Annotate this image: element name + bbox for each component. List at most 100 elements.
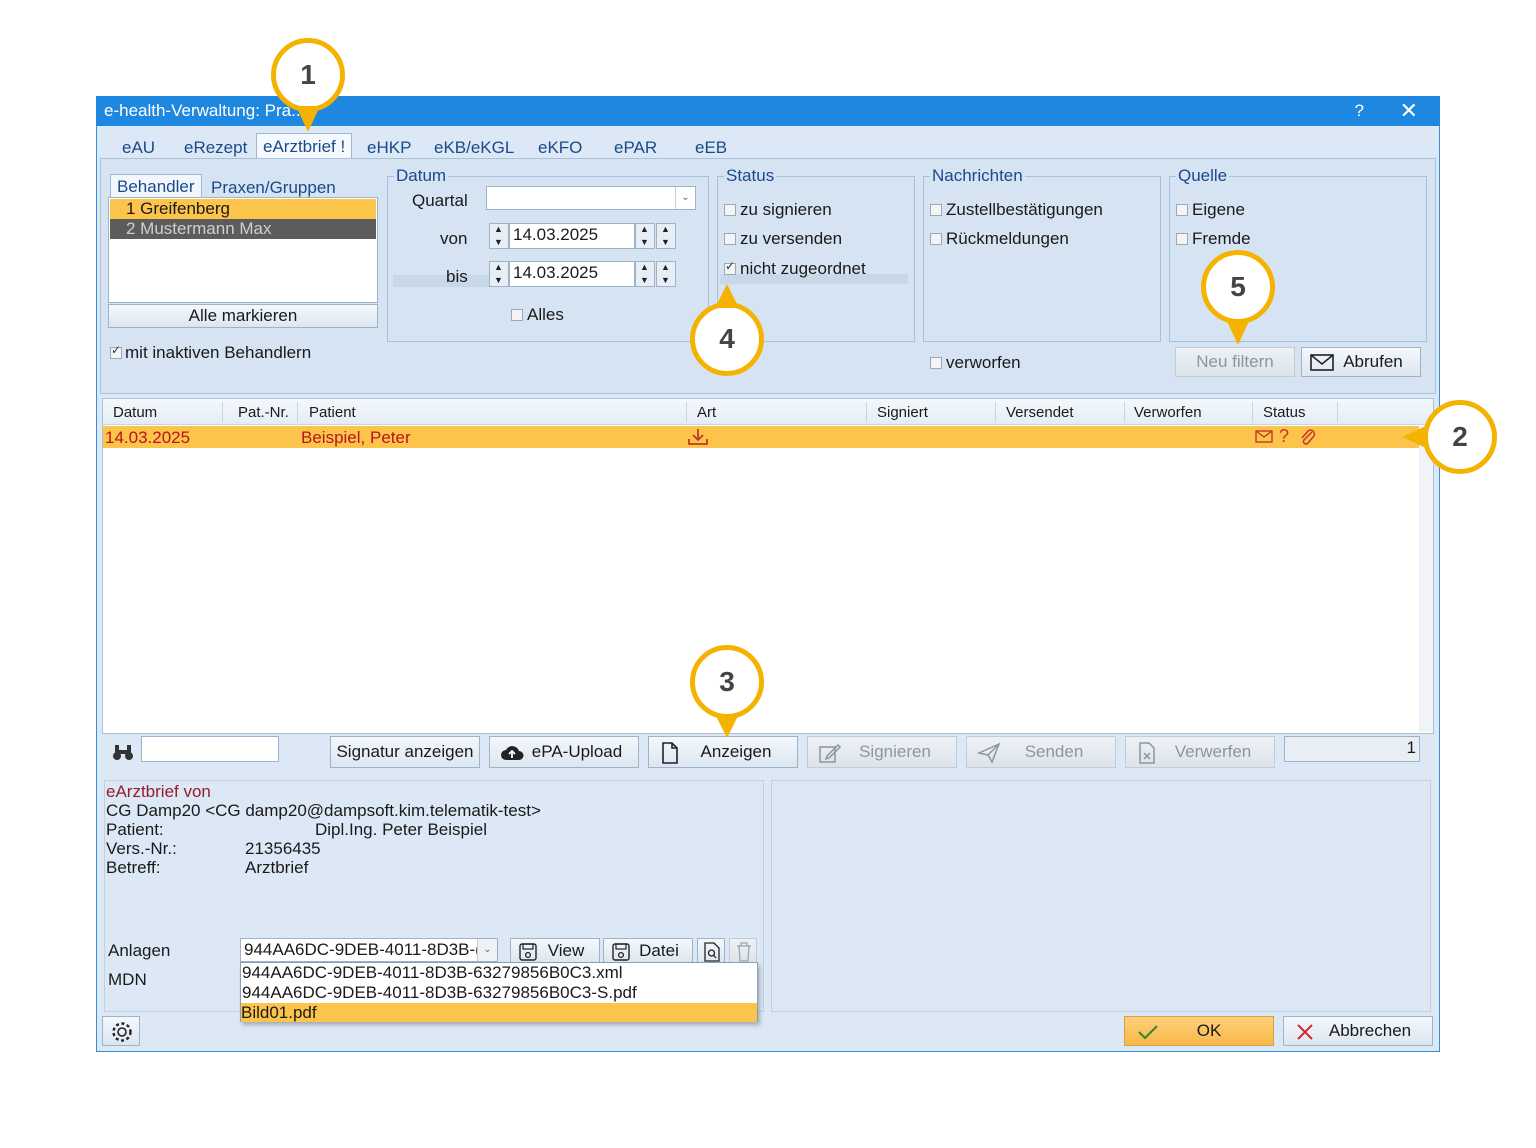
anzeigen-button[interactable]: Anzeigen bbox=[648, 736, 798, 768]
nicht-zugeordnet-checkbox[interactable] bbox=[724, 259, 736, 275]
abrufen-button[interactable]: Abrufen bbox=[1301, 347, 1421, 377]
epa-upload-button[interactable]: ePA-Upload bbox=[489, 736, 639, 768]
save-icon bbox=[519, 943, 537, 961]
col-status[interactable]: Status bbox=[1263, 404, 1306, 421]
col-patnr[interactable]: Pat.-Nr. bbox=[238, 404, 289, 421]
detail-heading: eArztbrief von bbox=[106, 782, 211, 801]
select-all-button[interactable]: Alle markieren bbox=[108, 304, 378, 328]
table-row[interactable]: 14.03.2025 Beispiel, Peter ? bbox=[103, 426, 1419, 448]
tab-erezept[interactable]: eRezept bbox=[184, 138, 247, 158]
envelope-icon bbox=[1310, 354, 1334, 371]
callout-2-pointer bbox=[1402, 425, 1428, 449]
view-button[interactable]: View bbox=[510, 938, 600, 964]
cloud-upload-icon bbox=[501, 746, 524, 760]
zu-versenden-label: zu versenden bbox=[740, 229, 843, 248]
delete-attachment-button[interactable] bbox=[729, 938, 757, 964]
chevron-down-icon[interactable]: ⌄ bbox=[477, 939, 497, 961]
col-versendet[interactable]: Versendet bbox=[1006, 404, 1074, 421]
eigene-label: Eigene bbox=[1192, 200, 1245, 219]
zu-versenden-checkbox[interactable] bbox=[724, 233, 736, 245]
bis-spin-left[interactable] bbox=[489, 261, 509, 287]
list-item[interactable]: 1 Greifenberg bbox=[110, 199, 376, 219]
signieren-button[interactable]: Signieren bbox=[807, 736, 957, 768]
col-divider bbox=[686, 402, 687, 422]
col-verworfen[interactable]: Verworfen bbox=[1134, 404, 1202, 421]
signatur-anzeigen-button[interactable]: Signatur anzeigen bbox=[330, 736, 480, 768]
bis-label: bis bbox=[446, 267, 468, 286]
bis-spin-right-b[interactable] bbox=[656, 261, 676, 287]
von-spin-left[interactable] bbox=[489, 223, 509, 249]
tab-behandler[interactable]: Behandler bbox=[110, 174, 202, 199]
preview-pane bbox=[771, 780, 1431, 1012]
col-datum[interactable]: Datum bbox=[113, 404, 157, 421]
dropdown-option-selected[interactable]: Bild01.pdf bbox=[241, 1003, 757, 1022]
list-item[interactable]: 2 Mustermann Max bbox=[110, 219, 376, 239]
table-scrollbar[interactable] bbox=[1419, 426, 1433, 732]
search-input[interactable] bbox=[141, 736, 279, 762]
callout-3: 3 bbox=[690, 645, 764, 719]
file-search-icon bbox=[704, 942, 720, 962]
callout-1-pointer bbox=[296, 106, 320, 132]
chevron-down-icon[interactable]: ⌄ bbox=[675, 187, 695, 209]
von-spin-right-a[interactable] bbox=[635, 223, 655, 249]
tab-eeb[interactable]: eEB bbox=[695, 138, 727, 158]
col-art[interactable]: Art bbox=[697, 404, 716, 421]
binoculars-icon bbox=[113, 745, 133, 760]
neu-filtern-button[interactable]: Neu filtern bbox=[1175, 347, 1295, 377]
vers-label: Vers.-Nr.: bbox=[106, 839, 177, 858]
col-signiert[interactable]: Signiert bbox=[877, 404, 928, 421]
help-button[interactable]: ? bbox=[1355, 101, 1364, 121]
row-patient: Beispiel, Peter bbox=[301, 428, 411, 447]
zu-signieren-checkbox[interactable] bbox=[724, 204, 736, 216]
row-datum: 14.03.2025 bbox=[105, 428, 191, 447]
bis-row-bg bbox=[393, 275, 489, 287]
col-divider bbox=[1252, 402, 1253, 422]
zustell-label: Zustellbestätigungen bbox=[946, 200, 1103, 219]
bis-spin-right-a[interactable] bbox=[635, 261, 655, 287]
callout-1: 1 bbox=[271, 38, 345, 112]
anlagen-select[interactable]: 944AA6DC-9DEB-4011-8D3B-( ⌄ bbox=[240, 938, 498, 962]
fremde-checkbox[interactable] bbox=[1176, 233, 1188, 245]
tab-ekb-ekgl[interactable]: eKB/eKGL bbox=[434, 138, 514, 158]
senden-button[interactable]: Senden bbox=[966, 736, 1116, 768]
verwerfen-button[interactable]: Verwerfen bbox=[1125, 736, 1275, 768]
nicht-zugeordnet-label: nicht zugeordnet bbox=[740, 259, 866, 278]
dropdown-option[interactable]: 944AA6DC-9DEB-4011-8D3B-63279856B0C3-S.p… bbox=[242, 983, 756, 1003]
tab-epar[interactable]: ePAR bbox=[614, 138, 657, 158]
tab-praxen-gruppen[interactable]: Praxen/Gruppen bbox=[211, 178, 336, 198]
verworfen-checkbox[interactable] bbox=[930, 357, 942, 369]
bis-date-input[interactable]: 14.03.2025 bbox=[509, 261, 635, 287]
tab-ehkp[interactable]: eHKP bbox=[367, 138, 411, 158]
datei-button[interactable]: Datei bbox=[603, 938, 693, 964]
col-patient[interactable]: Patient bbox=[309, 404, 356, 421]
cancel-x-icon bbox=[1297, 1024, 1313, 1040]
message-table bbox=[102, 398, 1434, 734]
tab-ekfo[interactable]: eKFO bbox=[538, 138, 582, 158]
zustell-checkbox[interactable] bbox=[930, 204, 942, 216]
ok-button[interactable]: OK bbox=[1124, 1016, 1274, 1046]
eigene-checkbox[interactable] bbox=[1176, 204, 1188, 216]
settings-button[interactable] bbox=[102, 1016, 140, 1046]
abbrechen-button[interactable]: Abbrechen bbox=[1283, 1016, 1433, 1046]
attachments-dropdown: 944AA6DC-9DEB-4011-8D3B-63279856B0C3.xml… bbox=[240, 962, 758, 1022]
von-date-input[interactable]: 14.03.2025 bbox=[509, 223, 635, 249]
inactive-checkbox[interactable] bbox=[110, 343, 122, 359]
rueck-label: Rückmeldungen bbox=[946, 229, 1069, 248]
preview-file-button[interactable] bbox=[697, 938, 725, 964]
col-divider bbox=[1337, 402, 1338, 422]
close-button[interactable]: ✕ bbox=[1400, 98, 1418, 124]
von-spin-right-b[interactable] bbox=[656, 223, 676, 249]
alles-label: Alles bbox=[527, 305, 564, 324]
alles-checkbox[interactable] bbox=[511, 309, 523, 321]
save-file-icon bbox=[612, 943, 630, 961]
tab-earztbrief[interactable]: eArztbrief ! bbox=[256, 133, 353, 160]
tab-eau[interactable]: eAU bbox=[122, 138, 155, 158]
callout-2: 2 bbox=[1423, 400, 1497, 474]
table-header bbox=[103, 399, 1433, 425]
dropdown-option[interactable]: 944AA6DC-9DEB-4011-8D3B-63279856B0C3.xml bbox=[242, 963, 756, 983]
mail-status-icon bbox=[1255, 430, 1273, 443]
detail-from: CG Damp20 <CG damp20@dampsoft.kim.telema… bbox=[106, 801, 541, 820]
betreff-value: Arztbrief bbox=[245, 858, 309, 877]
rueck-checkbox[interactable] bbox=[930, 233, 942, 245]
quartal-select[interactable]: ⌄ bbox=[486, 186, 696, 210]
